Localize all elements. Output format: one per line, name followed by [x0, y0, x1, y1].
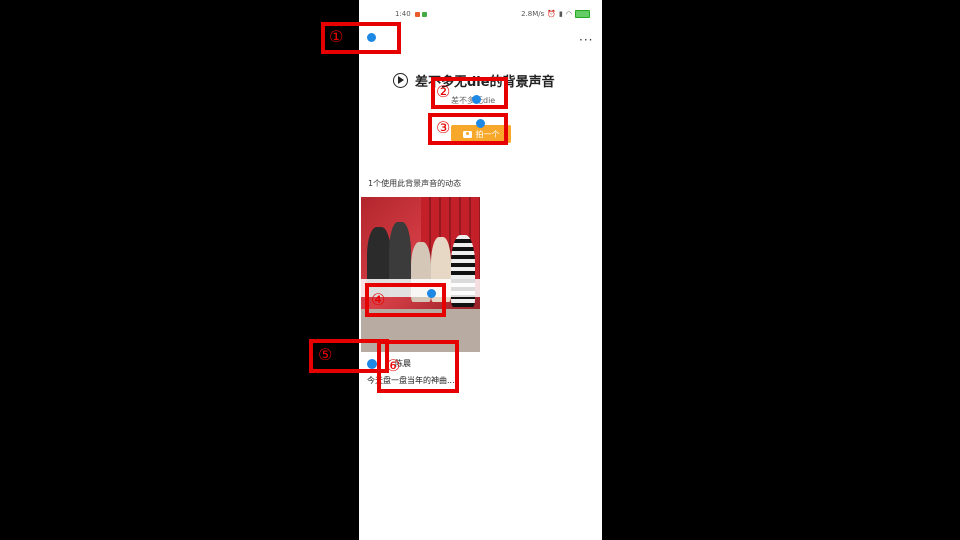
status-time: 1:40 [395, 10, 411, 18]
annotation-label-5: ⑤ [318, 345, 333, 364]
alarm-icon: ⏰ [547, 10, 557, 18]
app-notification-icon-2 [422, 12, 427, 17]
annotation-label-4: ④ [371, 290, 386, 309]
signal-icon: ▮ [559, 10, 563, 18]
play-icon[interactable] [393, 72, 408, 88]
section-title: 1个使用此背景声音的动态 [368, 179, 462, 188]
network-speed: 2.8M/s [521, 10, 545, 18]
status-right: 2.8M/s ⏰ ▮ ◠ [521, 10, 590, 18]
battery-icon [575, 10, 590, 18]
annotation-label-6: ⑥ [386, 356, 401, 375]
annotation-label-3: ③ [436, 118, 451, 137]
wifi-icon: ◠ [565, 10, 572, 18]
annotation-label-1: ① [329, 27, 344, 46]
app-notification-icon [415, 12, 420, 17]
post-thumbnail[interactable] [361, 197, 480, 352]
more-options-icon[interactable]: ··· [579, 33, 593, 47]
annotation-label-2: ② [436, 82, 451, 101]
